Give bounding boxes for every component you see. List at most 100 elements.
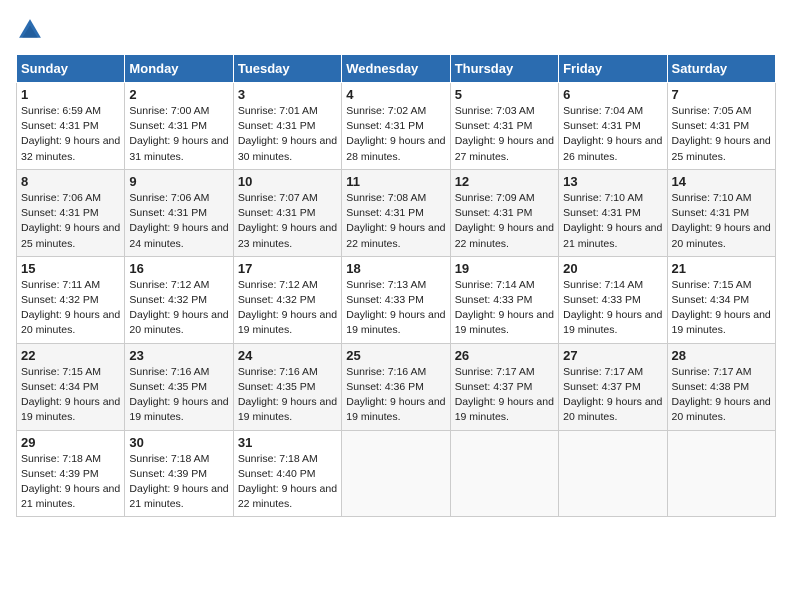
cell-content: Sunrise: 7:14 AMSunset: 4:33 PMDaylight:… (455, 278, 554, 339)
cell-content: Sunrise: 7:14 AMSunset: 4:33 PMDaylight:… (563, 278, 662, 339)
cell-content: Sunrise: 7:00 AMSunset: 4:31 PMDaylight:… (129, 104, 228, 165)
day-number: 26 (455, 348, 554, 363)
calendar-cell: 24 Sunrise: 7:16 AMSunset: 4:35 PMDayligh… (233, 343, 341, 430)
header (16, 16, 776, 44)
day-number: 24 (238, 348, 337, 363)
day-number: 19 (455, 261, 554, 276)
calendar-cell: 23 Sunrise: 7:16 AMSunset: 4:35 PMDayligh… (125, 343, 233, 430)
day-number: 10 (238, 174, 337, 189)
calendar-cell: 4 Sunrise: 7:02 AMSunset: 4:31 PMDaylight… (342, 83, 450, 170)
calendar-cell: 9Sunrise: 7:06 AMSunset: 4:31 PMDaylight… (125, 169, 233, 256)
calendar-cell: 14 Sunrise: 7:10 AMSunset: 4:31 PMDayligh… (667, 169, 775, 256)
calendar-cell: 25 Sunrise: 7:16 AMSunset: 4:36 PMDayligh… (342, 343, 450, 430)
cell-content: Sunrise: 7:15 AMSunset: 4:34 PMDaylight:… (21, 365, 120, 426)
cell-content: Sunrise: 7:04 AMSunset: 4:31 PMDaylight:… (563, 104, 662, 165)
logo (16, 16, 48, 44)
cell-content: Sunrise: 7:17 AMSunset: 4:38 PMDaylight:… (672, 365, 771, 426)
day-number: 7 (672, 87, 771, 102)
calendar-week-4: 22 Sunrise: 7:15 AMSunset: 4:34 PMDayligh… (17, 343, 776, 430)
day-number: 14 (672, 174, 771, 189)
day-number: 12 (455, 174, 554, 189)
calendar-cell (667, 430, 775, 517)
day-number: 22 (21, 348, 120, 363)
cell-content: Sunrise: 7:07 AMSunset: 4:31 PMDaylight:… (238, 191, 337, 252)
cell-content: Sunrise: 7:18 AMSunset: 4:39 PMDaylight:… (21, 452, 120, 513)
cell-content: Sunrise: 7:16 AMSunset: 4:36 PMDaylight:… (346, 365, 445, 426)
calendar-cell: 29Sunrise: 7:18 AMSunset: 4:39 PMDayligh… (17, 430, 125, 517)
cell-content: Sunrise: 7:08 AMSunset: 4:31 PMDaylight:… (346, 191, 445, 252)
day-number: 23 (129, 348, 228, 363)
calendar-week-5: 29Sunrise: 7:18 AMSunset: 4:39 PMDayligh… (17, 430, 776, 517)
cell-content: Sunrise: 7:10 AMSunset: 4:31 PMDaylight:… (563, 191, 662, 252)
day-number: 17 (238, 261, 337, 276)
calendar-cell (559, 430, 667, 517)
cell-content: Sunrise: 7:10 AMSunset: 4:31 PMDaylight:… (672, 191, 771, 252)
header-tuesday: Tuesday (233, 55, 341, 83)
calendar-cell: 21 Sunrise: 7:15 AMSunset: 4:34 PMDayligh… (667, 256, 775, 343)
day-number: 15 (21, 261, 120, 276)
day-number: 27 (563, 348, 662, 363)
calendar-cell: 3 Sunrise: 7:01 AMSunset: 4:31 PMDaylight… (233, 83, 341, 170)
calendar-cell: 30Sunrise: 7:18 AMSunset: 4:39 PMDayligh… (125, 430, 233, 517)
cell-content: Sunrise: 7:17 AMSunset: 4:37 PMDaylight:… (563, 365, 662, 426)
day-number: 20 (563, 261, 662, 276)
calendar-cell: 7 Sunrise: 7:05 AMSunset: 4:31 PMDaylight… (667, 83, 775, 170)
calendar-cell: 11 Sunrise: 7:08 AMSunset: 4:31 PMDayligh… (342, 169, 450, 256)
header-sunday: Sunday (17, 55, 125, 83)
day-number: 11 (346, 174, 445, 189)
calendar-cell: 2 Sunrise: 7:00 AMSunset: 4:31 PMDaylight… (125, 83, 233, 170)
calendar-cell: 22 Sunrise: 7:15 AMSunset: 4:34 PMDayligh… (17, 343, 125, 430)
cell-content: Sunrise: 7:17 AMSunset: 4:37 PMDaylight:… (455, 365, 554, 426)
day-number: 5 (455, 87, 554, 102)
calendar-cell (450, 430, 558, 517)
cell-content: Sunrise: 7:01 AMSunset: 4:31 PMDaylight:… (238, 104, 337, 165)
cell-content: Sunrise: 7:16 AMSunset: 4:35 PMDaylight:… (238, 365, 337, 426)
cell-content: Sunrise: 7:18 AMSunset: 4:40 PMDaylight:… (238, 452, 337, 513)
calendar-cell: 28 Sunrise: 7:17 AMSunset: 4:38 PMDayligh… (667, 343, 775, 430)
cell-content: Sunrise: 7:18 AMSunset: 4:39 PMDaylight:… (129, 452, 228, 513)
cell-content: Sunrise: 7:02 AMSunset: 4:31 PMDaylight:… (346, 104, 445, 165)
day-number: 25 (346, 348, 445, 363)
day-number: 28 (672, 348, 771, 363)
cell-content: Sunrise: 7:15 AMSunset: 4:34 PMDaylight:… (672, 278, 771, 339)
cell-content: Sunrise: 7:09 AMSunset: 4:31 PMDaylight:… (455, 191, 554, 252)
header-monday: Monday (125, 55, 233, 83)
cell-content: Sunrise: 7:03 AMSunset: 4:31 PMDaylight:… (455, 104, 554, 165)
day-number: 9 (129, 174, 228, 189)
header-saturday: Saturday (667, 55, 775, 83)
calendar-cell: 6 Sunrise: 7:04 AMSunset: 4:31 PMDaylight… (559, 83, 667, 170)
calendar-cell: 18Sunrise: 7:13 AMSunset: 4:33 PMDayligh… (342, 256, 450, 343)
day-number: 2 (129, 87, 228, 102)
cell-content: Sunrise: 7:12 AMSunset: 4:32 PMDaylight:… (238, 278, 337, 339)
day-number: 1 (21, 87, 120, 102)
calendar-cell: 26 Sunrise: 7:17 AMSunset: 4:37 PMDayligh… (450, 343, 558, 430)
day-number: 4 (346, 87, 445, 102)
calendar-cell: 17 Sunrise: 7:12 AMSunset: 4:32 PMDayligh… (233, 256, 341, 343)
header-wednesday: Wednesday (342, 55, 450, 83)
calendar-cell: 13Sunrise: 7:10 AMSunset: 4:31 PMDayligh… (559, 169, 667, 256)
cell-content: Sunrise: 6:59 AMSunset: 4:31 PMDaylight:… (21, 104, 120, 165)
day-number: 31 (238, 435, 337, 450)
calendar-week-3: 15 Sunrise: 7:11 AMSunset: 4:32 PMDayligh… (17, 256, 776, 343)
day-number: 6 (563, 87, 662, 102)
cell-content: Sunrise: 7:12 AMSunset: 4:32 PMDaylight:… (129, 278, 228, 339)
calendar-header-row: SundayMondayTuesdayWednesdayThursdayFrid… (17, 55, 776, 83)
calendar-cell: 10 Sunrise: 7:07 AMSunset: 4:31 PMDayligh… (233, 169, 341, 256)
logo-icon (16, 16, 44, 44)
calendar-cell: 12 Sunrise: 7:09 AMSunset: 4:31 PMDayligh… (450, 169, 558, 256)
calendar-cell: 31 Sunrise: 7:18 AMSunset: 4:40 PMDayligh… (233, 430, 341, 517)
day-number: 21 (672, 261, 771, 276)
header-thursday: Thursday (450, 55, 558, 83)
calendar-cell: 8Sunrise: 7:06 AMSunset: 4:31 PMDaylight… (17, 169, 125, 256)
calendar-cell: 15 Sunrise: 7:11 AMSunset: 4:32 PMDayligh… (17, 256, 125, 343)
cell-content: Sunrise: 7:11 AMSunset: 4:32 PMDaylight:… (21, 278, 120, 339)
calendar-cell: 1 Sunrise: 6:59 AMSunset: 4:31 PMDaylight… (17, 83, 125, 170)
cell-content: Sunrise: 7:05 AMSunset: 4:31 PMDaylight:… (672, 104, 771, 165)
calendar-cell: 16 Sunrise: 7:12 AMSunset: 4:32 PMDayligh… (125, 256, 233, 343)
calendar-cell: 20 Sunrise: 7:14 AMSunset: 4:33 PMDayligh… (559, 256, 667, 343)
calendar-table: SundayMondayTuesdayWednesdayThursdayFrid… (16, 54, 776, 517)
cell-content: Sunrise: 7:16 AMSunset: 4:35 PMDaylight:… (129, 365, 228, 426)
day-number: 3 (238, 87, 337, 102)
calendar-cell (342, 430, 450, 517)
day-number: 16 (129, 261, 228, 276)
